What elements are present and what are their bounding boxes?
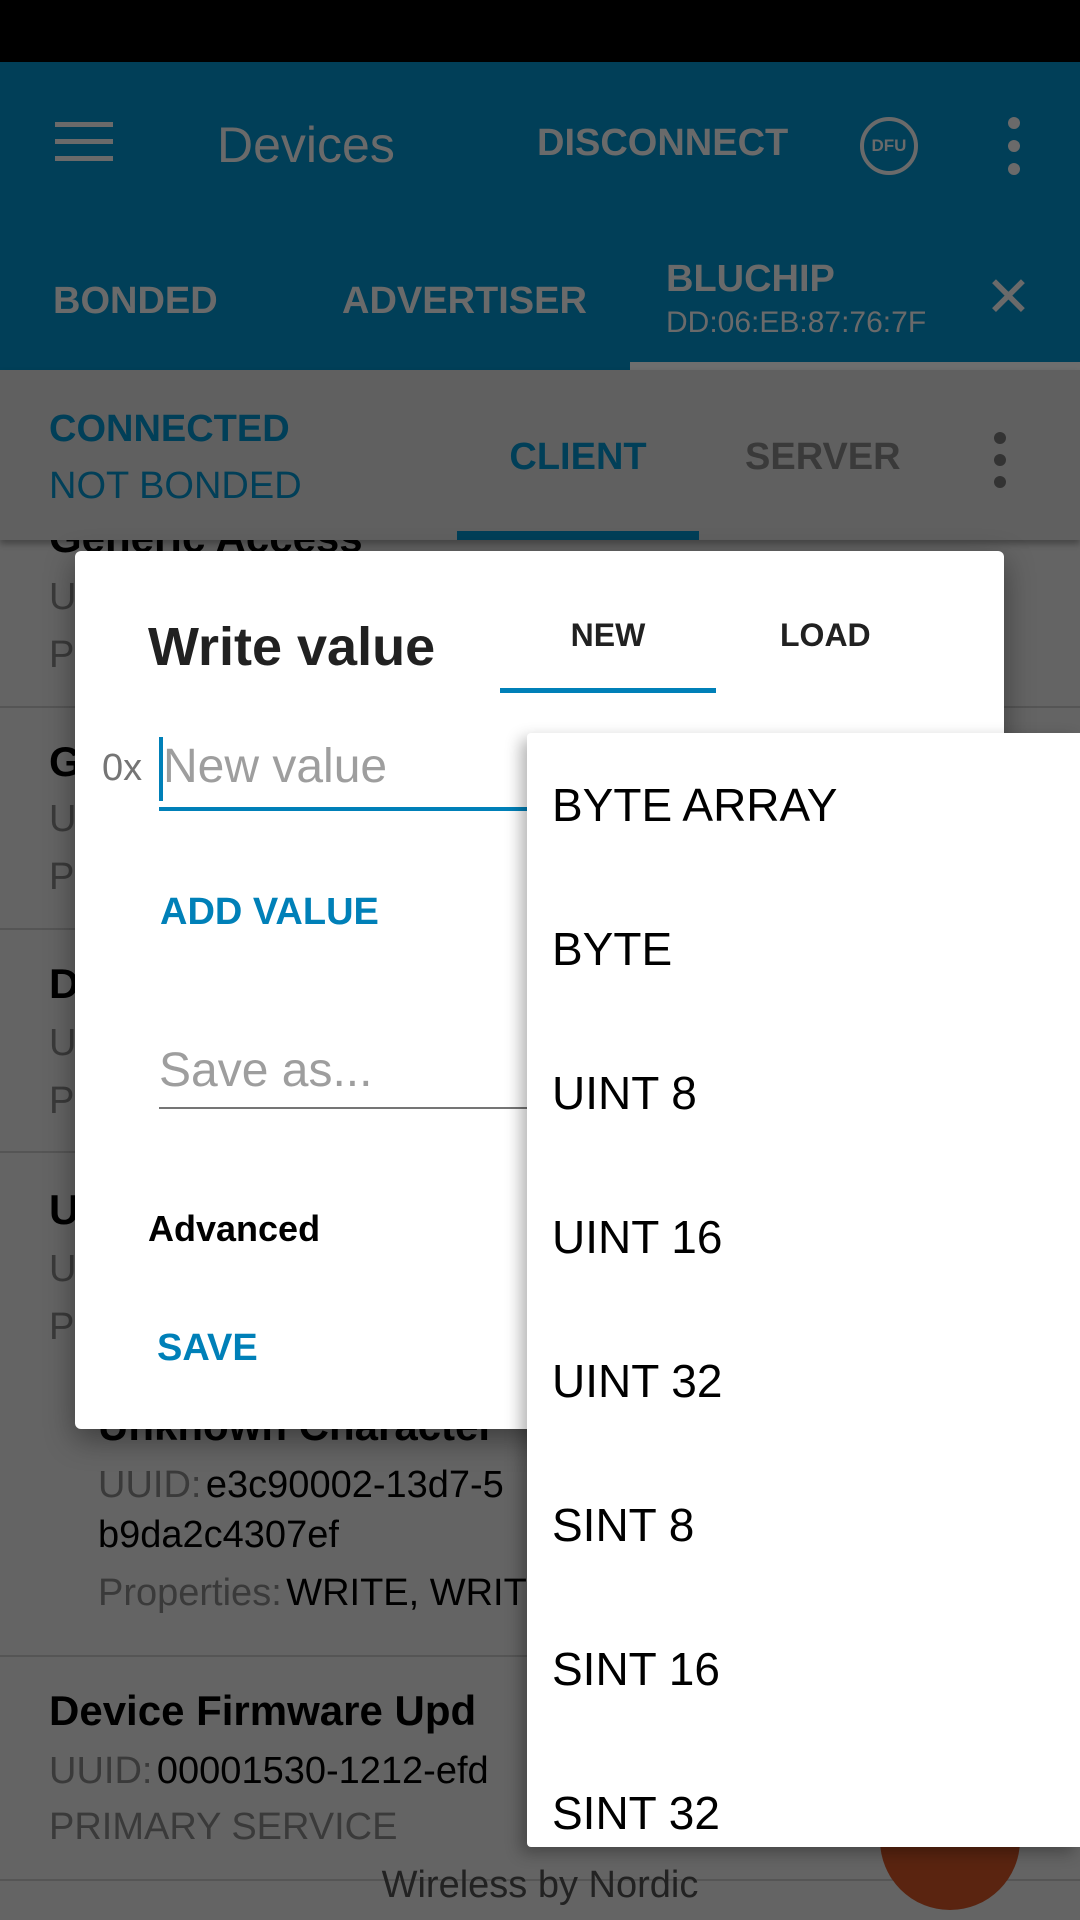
properties-label: Properties:	[98, 1572, 282, 1614]
hex-prefix: 0x	[102, 747, 143, 789]
properties-value: WRITE, WRIT	[286, 1572, 527, 1614]
uuid-value-continued: b9da2c4307ef	[98, 1514, 339, 1556]
dropdown-option[interactable]: SINT 8	[552, 1498, 694, 1552]
service-uuid-label: U	[49, 798, 77, 840]
connection-header: CONNECTED NOT BONDED CLIENT SERVER	[0, 370, 1080, 540]
footer-text: Wireless by Nordic	[381, 1864, 699, 1906]
save-button[interactable]: SAVE	[157, 1327, 258, 1370]
characteristic-uuid: UUID: e3c90002-13d7-5	[98, 1464, 504, 1507]
service-uuid-label: U	[49, 1022, 77, 1064]
uuid-label: UUID:	[98, 1464, 202, 1506]
tab-client-label: CLIENT	[509, 436, 647, 478]
service-type: P	[49, 1080, 75, 1122]
disconnect-button[interactable]: DISCONNECT	[537, 122, 788, 165]
tab-indicator	[457, 531, 699, 540]
service-type: P	[49, 856, 75, 898]
bond-state: NOT BONDED	[49, 465, 302, 507]
overflow-menu-icon[interactable]	[1004, 117, 1024, 177]
app-bar: Devices DISCONNECT DFU BONDED ADVERTISER…	[0, 62, 1080, 370]
dropdown-option[interactable]: SINT 32	[552, 1786, 720, 1840]
dropdown-option[interactable]: UINT 16	[552, 1210, 722, 1264]
dropdown-option[interactable]: UINT 8	[552, 1066, 697, 1120]
tab-new[interactable]: NEW	[500, 601, 716, 693]
save-as-placeholder: Save as...	[159, 1044, 373, 1097]
tab-bluchip[interactable]: BLUCHIP DD:06:EB:87:76:7F ✕	[630, 258, 1080, 370]
tab-device-address: DD:06:EB:87:76:7F	[666, 306, 927, 339]
type-dropdown-menu: BYTE ARRAY BYTE UINT 8 UINT 16 UINT 32 S…	[527, 733, 1080, 1847]
tab-new-label: NEW	[570, 617, 646, 653]
page-title: Devices	[217, 117, 395, 173]
uuid-value: 00001530-1212-efd	[156, 1750, 489, 1792]
dfu-icon[interactable]: DFU	[860, 117, 918, 175]
service-uuid-label: U	[49, 1248, 77, 1290]
add-value-button[interactable]: ADD VALUE	[160, 891, 379, 934]
dfu-icon-label: DFU	[871, 136, 907, 155]
status-bar	[0, 0, 1080, 62]
advanced-toggle[interactable]: Advanced	[148, 1208, 320, 1250]
dialog-title: Write value	[148, 617, 436, 677]
tab-device-name: BLUCHIP	[666, 258, 835, 300]
service-uuid-label: U	[49, 576, 77, 618]
dropdown-option[interactable]: BYTE ARRAY	[552, 778, 837, 832]
uuid-value: e3c90002-13d7-5	[205, 1464, 504, 1506]
service-type: P	[49, 634, 75, 676]
tab-indicator	[500, 688, 716, 693]
tab-advertiser[interactable]: ADVERTISER	[342, 280, 587, 323]
close-icon[interactable]: ✕	[985, 264, 1032, 330]
service-type: PRIMARY SERVICE	[49, 1806, 398, 1848]
menu-icon[interactable]	[55, 122, 113, 162]
uuid-label: UUID:	[49, 1750, 153, 1792]
dropdown-option[interactable]: UINT 32	[552, 1354, 722, 1408]
dropdown-option[interactable]: BYTE	[552, 922, 672, 976]
service-type: P	[49, 1306, 75, 1348]
overflow-menu-icon[interactable]	[990, 432, 1010, 492]
tab-load[interactable]: LOAD	[780, 617, 871, 654]
characteristic-properties: Properties: WRITE, WRIT	[98, 1572, 527, 1615]
tab-client[interactable]: CLIENT	[457, 370, 699, 540]
service-uuid: UUID: 00001530-1212-efd	[49, 1750, 489, 1793]
service-title[interactable]: Device Firmware Upd	[49, 1687, 476, 1735]
connection-state: CONNECTED	[49, 408, 290, 450]
tab-indicator	[630, 362, 1080, 370]
value-placeholder: New value	[163, 740, 388, 793]
tab-bonded[interactable]: BONDED	[53, 280, 218, 323]
dropdown-option[interactable]: SINT 16	[552, 1642, 720, 1696]
tab-server[interactable]: SERVER	[745, 436, 901, 479]
